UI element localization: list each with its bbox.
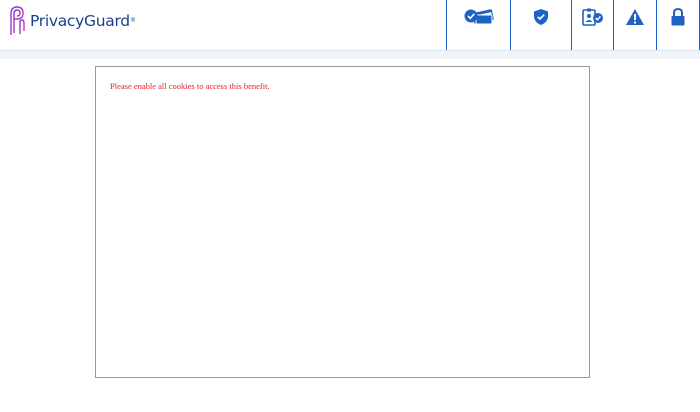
nav-alerts[interactable] [613, 0, 656, 50]
brand-name: PrivacyGuard [30, 12, 130, 30]
benefit-content-frame: Please enable all cookies to access this… [95, 66, 590, 378]
id-badge-check-icon [581, 8, 603, 26]
warning-icon [626, 9, 644, 25]
lock-icon [671, 8, 685, 26]
header-shadow-strip [0, 51, 700, 59]
nav-identity-protection[interactable] [510, 0, 571, 50]
privacyguard-logo[interactable]: PrivacyGuard ® [8, 5, 135, 37]
registered-mark: ® [130, 18, 136, 24]
nav-account-security[interactable] [656, 0, 700, 50]
cookie-warning-message: Please enable all cookies to access this… [110, 81, 270, 91]
header-nav [446, 0, 700, 50]
fingerprint-logo-icon [10, 6, 25, 35]
nav-identity-documents[interactable] [571, 0, 613, 50]
nav-cards-monitoring[interactable] [446, 0, 510, 50]
shield-check-icon [534, 9, 548, 25]
top-navigation-bar: PrivacyGuard ® [0, 0, 700, 51]
credit-cards-check-icon [464, 9, 494, 25]
